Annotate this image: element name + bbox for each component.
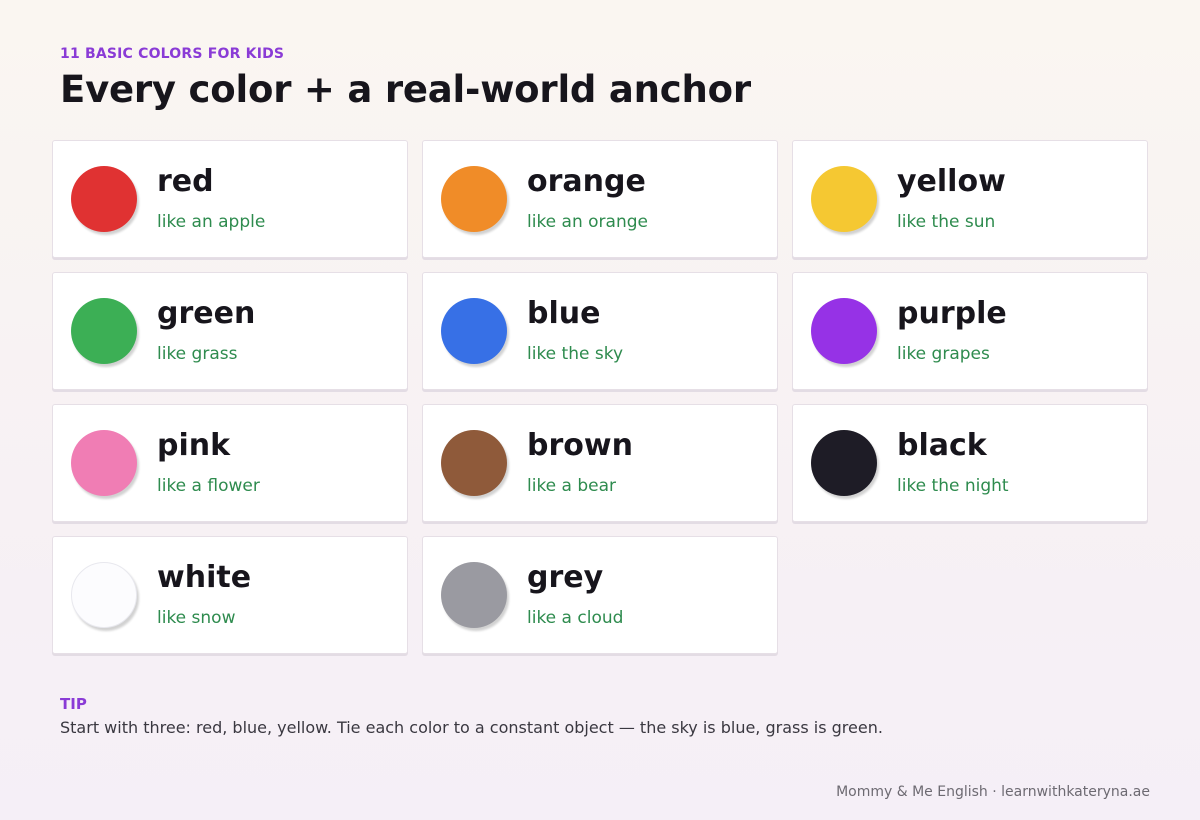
color-anchor: like a bear [527,476,617,496]
color-name: green [157,296,256,331]
color-card-red: red like an apple [52,140,408,258]
color-anchor: like an orange [527,212,648,232]
footer-credit: Mommy & Me English · learnwithkateryna.a… [836,784,1150,800]
color-swatch-pink [71,430,137,496]
color-anchor: like snow [157,608,236,628]
color-name: grey [527,560,604,595]
color-name: black [897,428,987,463]
color-name: brown [527,428,633,463]
color-card-pink: pink like a flower [52,404,408,522]
color-swatch-brown [441,430,507,496]
color-name: white [157,560,252,595]
color-swatch-purple [811,298,877,364]
color-swatch-red [71,166,137,232]
color-name: red [157,164,214,199]
color-card-grey: grey like a cloud [422,536,778,654]
page-eyebrow: 11 BASIC COLORS FOR KIDS [60,46,285,62]
color-anchor: like grass [157,344,238,364]
color-swatch-white [71,562,137,628]
page-title: Every color + a real-world anchor [60,68,751,111]
color-swatch-orange [441,166,507,232]
color-card-green: green like grass [52,272,408,390]
color-card-brown: brown like a bear [422,404,778,522]
color-anchor: like the sun [897,212,996,232]
color-name: purple [897,296,1007,331]
color-card-blue: blue like the sky [422,272,778,390]
color-anchor: like grapes [897,344,990,364]
color-card-white: white like snow [52,536,408,654]
color-card-grid: red like an apple orange like an orange … [52,140,1149,654]
color-card-yellow: yellow like the sun [792,140,1148,258]
color-anchor: like a flower [157,476,260,496]
color-anchor: like the night [897,476,1009,496]
color-swatch-black [811,430,877,496]
color-name: orange [527,164,646,199]
color-card-purple: purple like grapes [792,272,1148,390]
color-card-orange: orange like an orange [422,140,778,258]
color-name: blue [527,296,601,331]
color-name: pink [157,428,231,463]
color-anchor: like a cloud [527,608,624,628]
color-card-black: black like the night [792,404,1148,522]
color-anchor: like the sky [527,344,624,364]
color-swatch-grey [441,562,507,628]
color-name: yellow [897,164,1006,199]
tip-label: TIP [60,695,87,713]
color-swatch-yellow [811,166,877,232]
tip-text: Start with three: red, blue, yellow. Tie… [60,718,883,737]
color-swatch-green [71,298,137,364]
color-swatch-blue [441,298,507,364]
color-anchor: like an apple [157,212,266,232]
